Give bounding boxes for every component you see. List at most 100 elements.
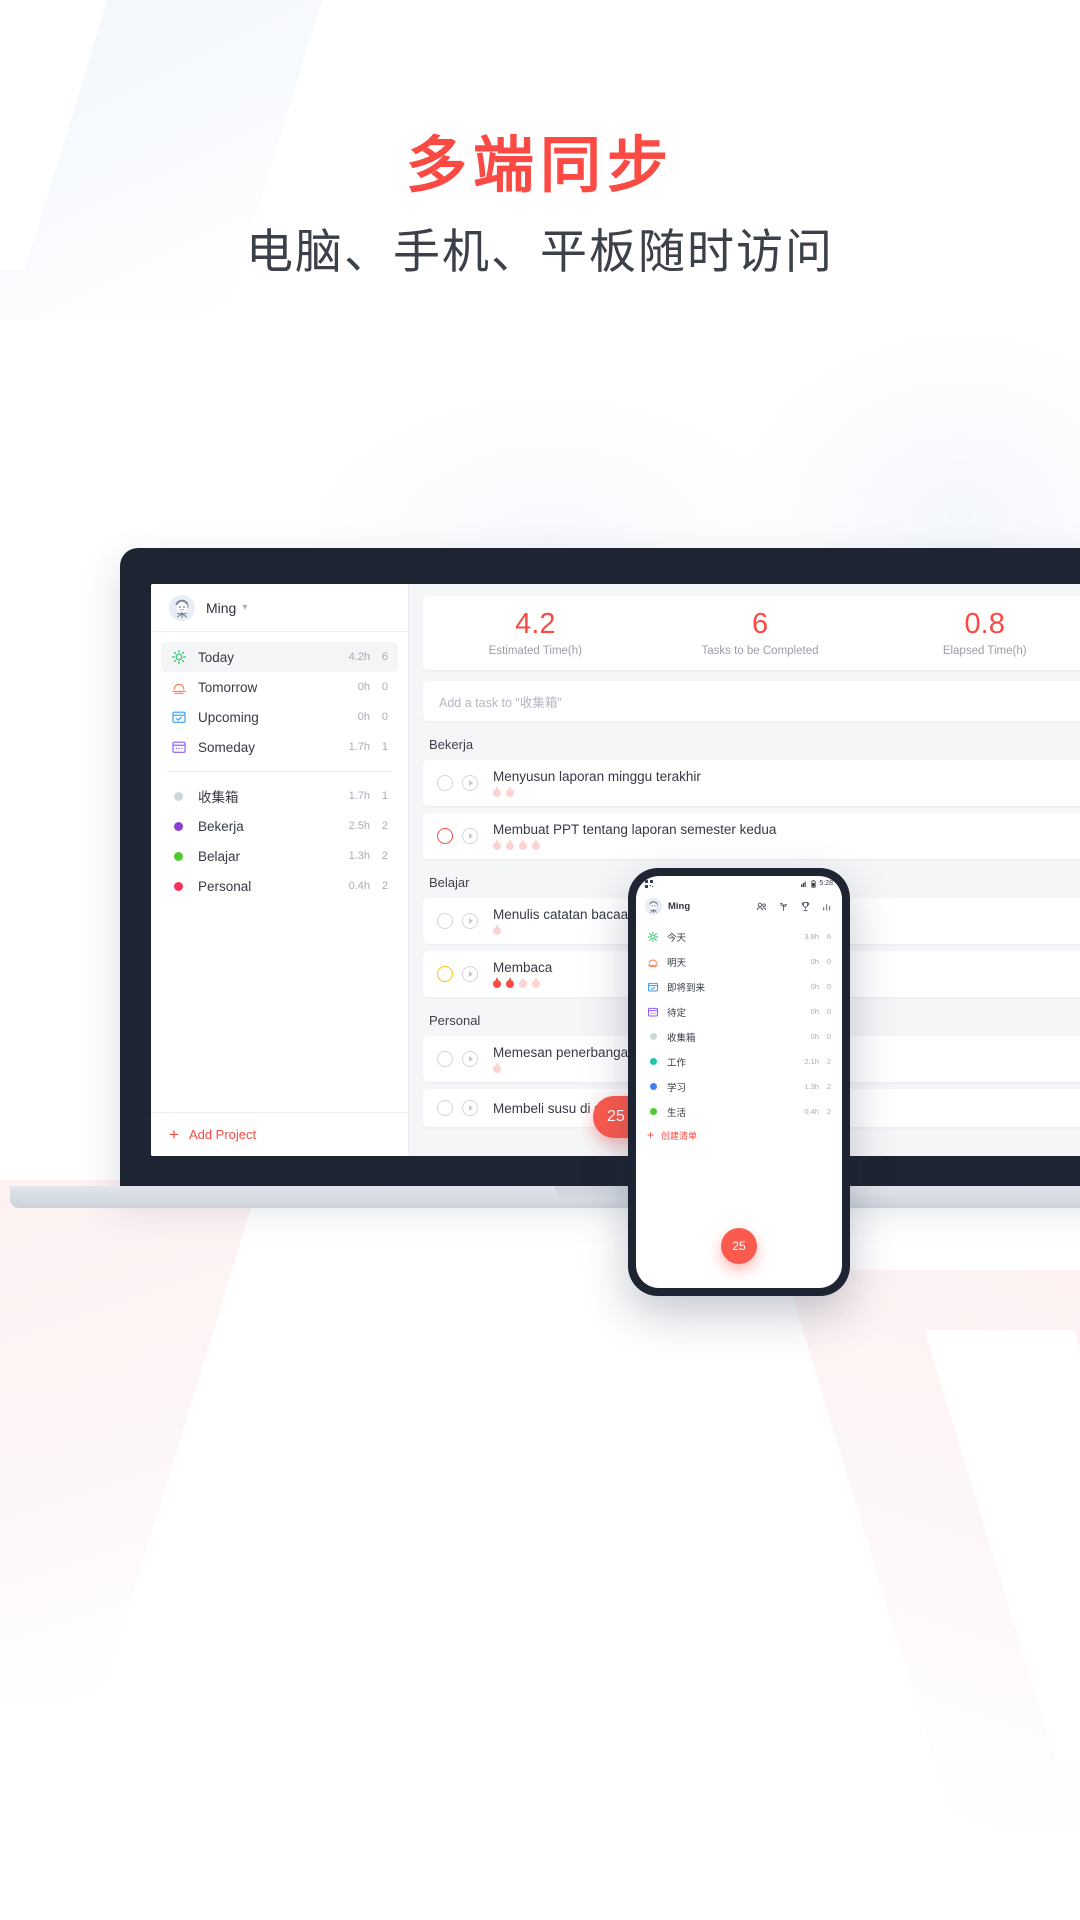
pomodoro-dot-icon — [493, 978, 501, 988]
sidebar-label: Belajar — [198, 848, 241, 864]
phone-item-upcoming[interactable]: 即将到来 0h 0 — [636, 974, 842, 999]
sidebar-item-someday[interactable]: Someday 1.7h 1 — [161, 732, 398, 762]
desktop-account-header[interactable]: Ming ▾ — [151, 584, 408, 632]
phone-item-study[interactable]: 学习 1.3h 2 — [636, 1074, 842, 1099]
task-checkbox[interactable] — [437, 1100, 453, 1116]
stats-bar: 4.2 Estimated Time(h) 6 Tasks to be Comp… — [423, 596, 1080, 670]
project-color-dot-icon — [647, 1056, 659, 1068]
project-color-dot-icon — [647, 1106, 659, 1118]
phone-item-life[interactable]: 生活 0.4h 2 — [636, 1099, 842, 1124]
account-name: Ming — [206, 599, 237, 616]
start-timer-icon[interactable] — [462, 828, 478, 844]
page-title: 多端同步 — [405, 131, 674, 199]
project-color-dot-icon — [170, 818, 187, 835]
phone-item-count: 0 — [826, 1007, 831, 1016]
project-color-dot-icon — [170, 878, 187, 895]
phone-item-work[interactable]: 工作 2.1h 2 — [636, 1049, 842, 1074]
sidebar-item-today[interactable]: Today 4.2h 6 — [161, 642, 398, 672]
pomodoro-dot-icon — [493, 1063, 501, 1073]
sidebar-count: 2 — [381, 820, 388, 832]
sidebar-item-personal[interactable]: Personal 0.4h 2 — [161, 871, 398, 901]
stats-icon[interactable] — [822, 901, 833, 912]
pomodoro-indicators — [493, 787, 701, 797]
sidebar-item-upcoming[interactable]: Upcoming 0h 0 — [161, 702, 398, 732]
sidebar-time: 0h — [357, 681, 370, 693]
sidebar-item-bekerja[interactable]: Bekerja 2.5h 2 — [161, 811, 398, 841]
sidebar-time: 1.3h — [348, 850, 370, 862]
phone-mockup: 5:28 Ming 今天 3.8h 6 明天 0h 0 即将到来 0h 0 待定… — [628, 868, 850, 1296]
pomodoro-dot-icon — [532, 978, 540, 988]
phone-item-label: 工作 — [667, 1057, 687, 1069]
avatar-icon — [645, 897, 662, 915]
add-task-input[interactable]: Add a task to "收集箱" — [423, 681, 1080, 721]
phone-item-label: 即将到来 — [667, 982, 706, 994]
people-icon[interactable] — [756, 901, 767, 912]
sidebar-time: 0.4h — [348, 880, 370, 892]
phone-item-count: 0 — [826, 1032, 831, 1041]
sidebar-item-inbox[interactable]: 收集箱 1.7h 1 — [161, 781, 398, 811]
sidebar-time: 2.5h — [348, 820, 370, 832]
phone-item-label: 学习 — [667, 1082, 687, 1094]
pomodoro-dot-icon — [493, 787, 501, 797]
task-row[interactable]: Menyusun laporan minggu terakhir — [423, 760, 1080, 806]
start-timer-icon[interactable] — [462, 775, 478, 791]
phone-item-time: 0h — [810, 1007, 819, 1016]
pomodoro-indicators — [493, 978, 552, 988]
sidebar-time: 4.2h — [348, 651, 370, 663]
sidebar-count: 6 — [381, 651, 388, 663]
phone-list: 今天 3.8h 6 明天 0h 0 即将到来 0h 0 待定 0h 0 收集箱 … — [636, 921, 842, 1146]
task-checkbox[interactable] — [437, 828, 453, 844]
avatar[interactable] — [645, 897, 662, 915]
start-timer-icon[interactable] — [462, 966, 478, 982]
phone-item-today[interactable]: 今天 3.8h 6 — [636, 924, 842, 949]
task-checkbox[interactable] — [437, 1051, 453, 1067]
sidebar-item-belajar[interactable]: Belajar 1.3h 2 — [161, 841, 398, 871]
status-right-cluster: 5:28 — [801, 879, 833, 888]
signal-icon — [801, 881, 807, 887]
pomodoro-dot-icon — [506, 978, 514, 988]
account-name: Ming — [668, 900, 691, 912]
status-time: 5:28 — [819, 880, 833, 887]
avatar — [169, 594, 195, 621]
task-title: Membuat PPT tentang laporan semester ked… — [493, 822, 777, 837]
phone-item-label: 待定 — [667, 1007, 687, 1019]
stat-caption: Elapsed Time(h) — [942, 644, 1027, 657]
pomodoro-indicators — [493, 925, 636, 935]
phone-item-tomorrow[interactable]: 明天 0h 0 — [636, 949, 842, 974]
stat-tasks-to-complete: 6 Tasks to be Completed — [648, 609, 873, 657]
stat-value: 0.8 — [964, 608, 1005, 641]
start-timer-icon[interactable] — [462, 913, 478, 929]
laptop-mockup: Ming ▾ Today 4.2h 6 Tomorrow 0h 0 Upcomi… — [10, 548, 1080, 1208]
phone-item-count: 0 — [826, 982, 831, 991]
smart-list-group: Today 4.2h 6 Tomorrow 0h 0 Upcoming 0h 0… — [151, 632, 408, 762]
task-title: Menulis catatan bacaan — [493, 907, 636, 922]
desktop-app: Ming ▾ Today 4.2h 6 Tomorrow 0h 0 Upcomi… — [151, 584, 1080, 1156]
sidebar-item-tomorrow[interactable]: Tomorrow 0h 0 — [161, 672, 398, 702]
add-project-button[interactable]: + Add Project — [151, 1112, 408, 1156]
start-timer-icon[interactable] — [462, 1100, 478, 1116]
chevron-down-icon[interactable]: ▾ — [242, 602, 247, 613]
plus-icon: + — [169, 1125, 179, 1144]
phone-header-actions — [756, 901, 833, 912]
task-checkbox[interactable] — [437, 775, 453, 791]
laptop-screen: Ming ▾ Today 4.2h 6 Tomorrow 0h 0 Upcomi… — [151, 584, 1080, 1156]
stat-estimated-time: 4.2 Estimated Time(h) — [423, 609, 648, 657]
pomodoro-dot-icon — [519, 978, 527, 988]
pomodoro-timer-fab[interactable]: 25 — [721, 1228, 757, 1264]
sidebar-label: Upcoming — [198, 709, 259, 725]
phone-item-someday[interactable]: 待定 0h 0 — [636, 999, 842, 1024]
project-color-dot-icon — [170, 848, 187, 865]
phone-item-inbox[interactable]: 收集箱 0h 0 — [636, 1024, 842, 1049]
phone-item-count: 0 — [826, 957, 831, 966]
sidebar-label: Today — [198, 649, 235, 665]
battery-icon — [811, 879, 817, 888]
create-list-button[interactable]: + 创建清单 — [636, 1124, 842, 1146]
tag-icon[interactable] — [778, 901, 789, 912]
task-checkbox[interactable] — [437, 913, 453, 929]
trophy-icon[interactable] — [800, 901, 811, 912]
start-timer-icon[interactable] — [462, 1051, 478, 1067]
phone-item-time: 0h — [810, 982, 819, 991]
sidebar-time: 1.7h — [348, 741, 370, 753]
task-row[interactable]: Membuat PPT tentang laporan semester ked… — [423, 813, 1080, 859]
task-checkbox[interactable] — [437, 966, 453, 982]
